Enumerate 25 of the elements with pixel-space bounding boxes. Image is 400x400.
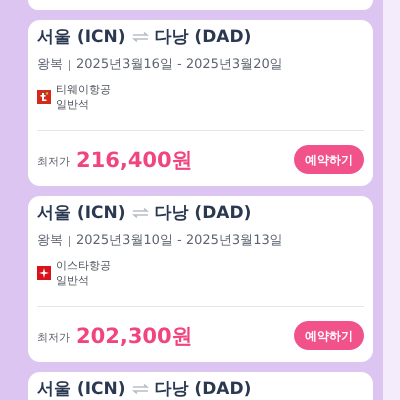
airline-name: 이스타항공 bbox=[56, 258, 111, 273]
book-button[interactable]: 예약하기 bbox=[294, 321, 364, 350]
seat-class: 일반석 bbox=[56, 273, 90, 288]
price-label: 최저가 bbox=[37, 330, 70, 346]
destination-city: 다낭 (DAD) bbox=[154, 203, 252, 223]
origin-city: 서울 (ICN) bbox=[37, 379, 126, 399]
destination-city: 다낭 (DAD) bbox=[154, 379, 252, 399]
lowest-price: 202,300원 bbox=[76, 322, 193, 350]
price-label: 최저가 bbox=[37, 154, 70, 170]
origin-city: 서울 (ICN) bbox=[37, 27, 126, 47]
round-trip-arrows-icon bbox=[132, 384, 148, 394]
trip-type: 왕복 bbox=[37, 232, 63, 250]
origin-city: 서울 (ICN) bbox=[37, 203, 126, 223]
round-trip-arrows-icon bbox=[132, 32, 148, 42]
travel-dates: 2025년3월16일 - 2025년3월20일 bbox=[76, 56, 283, 74]
airline-name: 티웨이항공 bbox=[56, 82, 111, 97]
book-button[interactable]: 예약하기 bbox=[294, 145, 364, 174]
airline-logo-icon bbox=[37, 90, 51, 104]
lowest-price: 216,400원 bbox=[76, 146, 193, 174]
destination-city: 다낭 (DAD) bbox=[154, 27, 252, 47]
seat-class: 일반석 bbox=[56, 97, 90, 112]
airline-logo-icon bbox=[37, 266, 51, 280]
travel-dates: 2025년3월10일 - 2025년3월13일 bbox=[76, 232, 283, 250]
trip-type: 왕복 bbox=[37, 56, 63, 74]
round-trip-arrows-icon bbox=[132, 208, 148, 218]
